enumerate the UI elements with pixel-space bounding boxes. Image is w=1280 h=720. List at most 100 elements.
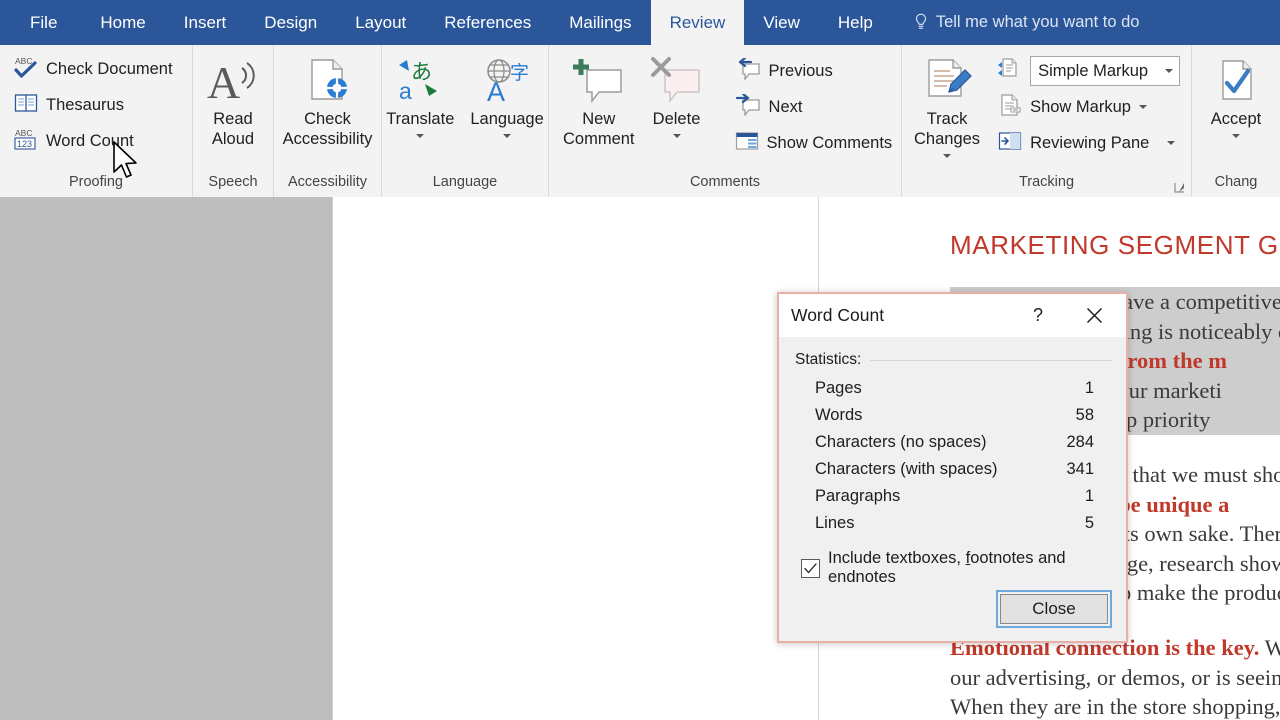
read-aloud-button[interactable]: A Read Aloud [201, 51, 265, 149]
svg-text:あ: あ [411, 61, 432, 84]
word-application-window: File Home Insert Design Layout Reference… [0, 0, 1280, 720]
page-title: MARKETING SEGMENT GOALS [950, 230, 1280, 260]
tab-references[interactable]: References [425, 0, 550, 45]
abc-123-icon: ABC 123 [14, 126, 38, 157]
stat-label: Lines [815, 514, 855, 532]
delete-comment-button[interactable]: Delete [643, 51, 711, 143]
stat-value: 284 [1066, 433, 1094, 451]
tab-view[interactable]: View [744, 0, 819, 45]
ribbon-group-changes: Accept Chang [1192, 45, 1280, 197]
tab-help[interactable]: Help [819, 0, 892, 45]
accept-change-icon [1213, 53, 1259, 109]
accept-caret[interactable] [1231, 129, 1240, 143]
close-button[interactable]: Close [1000, 594, 1108, 624]
previous-comment-icon [735, 56, 761, 85]
statistics-group-label: Statistics: [795, 351, 1112, 369]
thesaurus-label: Thesaurus [46, 95, 124, 114]
stat-row-characters-with-spaces: Characters (with spaces) 341 [793, 456, 1112, 483]
thesaurus-button[interactable]: Thesaurus [8, 87, 181, 123]
show-comments-icon [735, 130, 759, 157]
new-comment-button[interactable]: New Comment [557, 51, 641, 149]
language-caret[interactable] [503, 129, 512, 143]
tab-insert[interactable]: Insert [165, 0, 246, 45]
show-comments-button[interactable]: Show Comments [729, 125, 901, 161]
show-markup-label: Show Markup [1030, 97, 1131, 116]
reviewing-pane-caret[interactable] [1167, 141, 1176, 145]
book-icon [14, 91, 38, 120]
tab-mailings[interactable]: Mailings [550, 0, 650, 45]
svg-text:a: a [399, 78, 412, 104]
translate-icon: あ a [395, 53, 445, 109]
markup-display-value: Simple Markup [1038, 61, 1149, 80]
new-comment-label: New Comment [563, 110, 635, 148]
stat-row-words: Words 58 [793, 402, 1112, 429]
show-markup-button[interactable]: Show Markup [992, 89, 1188, 125]
doc-line: our advertising, or demos, or is seeing … [950, 664, 1280, 690]
group-label-accessibility: Accessibility [288, 174, 367, 190]
tell-me-label: Tell me what you want to do [935, 13, 1140, 31]
stat-row-paragraphs: Paragraphs 1 [793, 483, 1112, 510]
page-left-edge [332, 197, 333, 720]
ribbon-group-comments: New Comment Delete Previous Next Show Co… [549, 45, 902, 197]
tab-design[interactable]: Design [245, 0, 336, 45]
ribbon-group-tracking: Track Changes Simple Markup Show Markup … [902, 45, 1192, 197]
word-count-button[interactable]: ABC 123 Word Count [8, 123, 181, 159]
stat-value: 1 [1084, 379, 1094, 397]
stat-label: Characters (with spaces) [815, 460, 998, 478]
chevron-down-icon[interactable] [1165, 69, 1174, 73]
check-document-label: Check Document [46, 59, 173, 78]
track-changes-caret[interactable] [943, 149, 952, 163]
show-markup-caret[interactable] [1138, 105, 1147, 109]
tab-layout[interactable]: Layout [336, 0, 425, 45]
stat-value: 341 [1066, 460, 1094, 478]
checkbox-icon[interactable] [801, 558, 820, 578]
svg-text:ABC: ABC [15, 56, 32, 66]
tab-home[interactable]: Home [81, 0, 164, 45]
accept-button[interactable]: Accept [1205, 51, 1267, 143]
reviewing-pane-label: Reviewing Pane [1030, 133, 1150, 152]
stat-label: Words [815, 406, 863, 424]
include-textboxes-label: Include textboxes, footnotes and endnote… [828, 549, 1066, 586]
group-label-tracking: Tracking [1018, 174, 1075, 190]
group-label-language: Language [432, 174, 498, 190]
previous-comment-button[interactable]: Previous [729, 53, 901, 89]
next-comment-button[interactable]: Next [729, 89, 901, 125]
translate-button[interactable]: あ a Translate [380, 51, 460, 143]
dialog-body: Statistics: Pages 1 Words 58 Characters … [779, 337, 1126, 587]
tab-review[interactable]: Review [650, 0, 745, 45]
check-accessibility-button[interactable]: Check Accessibility [277, 51, 379, 149]
group-label-proofing: Proofing [68, 174, 123, 190]
markup-display-row: Simple Markup [992, 53, 1188, 89]
stat-value: 58 [1075, 406, 1094, 424]
svg-text:A: A [487, 77, 505, 105]
track-changes-icon [921, 53, 973, 109]
reviewing-pane-icon [998, 130, 1022, 157]
paragraph-3[interactable]: Emotional connection is the key. Whether… [950, 633, 1280, 720]
new-comment-icon [571, 53, 627, 109]
tell-me-search[interactable]: Tell me what you want to do [892, 0, 1154, 45]
ribbon-group-speech: A Read Aloud Speech [193, 45, 274, 197]
markup-display-select[interactable]: Simple Markup [1030, 56, 1181, 86]
statistics-label: Statistics: [795, 351, 862, 368]
include-textboxes-checkbox-row[interactable]: Include textboxes, footnotes and endnote… [801, 549, 1112, 587]
delete-comment-caret[interactable] [672, 129, 681, 143]
translate-caret[interactable] [416, 129, 425, 143]
read-aloud-label: Read Aloud [211, 110, 255, 148]
close-icon[interactable] [1074, 294, 1114, 337]
word-count-dialog[interactable]: Word Count ? Statistics: Pages 1 Words 5… [777, 292, 1128, 643]
language-icon: A 字 [481, 53, 533, 109]
stat-value: 5 [1084, 514, 1094, 532]
delete-comment-label: Delete [652, 110, 701, 128]
next-comment-icon [735, 92, 761, 121]
dialog-title-bar[interactable]: Word Count ? [779, 294, 1126, 337]
reviewing-pane-button[interactable]: Reviewing Pane [992, 125, 1188, 161]
language-button[interactable]: A 字 Language [464, 51, 549, 143]
abc-check-icon: ABC [14, 54, 38, 85]
check-document-button[interactable]: ABC Check Document [8, 51, 181, 87]
tracking-dialog-launcher-icon[interactable] [1174, 180, 1185, 193]
help-icon[interactable]: ? [1024, 294, 1052, 337]
tab-file[interactable]: File [0, 0, 81, 45]
stat-row-pages: Pages 1 [793, 375, 1112, 402]
track-changes-button[interactable]: Track Changes [908, 51, 986, 163]
stat-value: 1 [1084, 487, 1094, 505]
